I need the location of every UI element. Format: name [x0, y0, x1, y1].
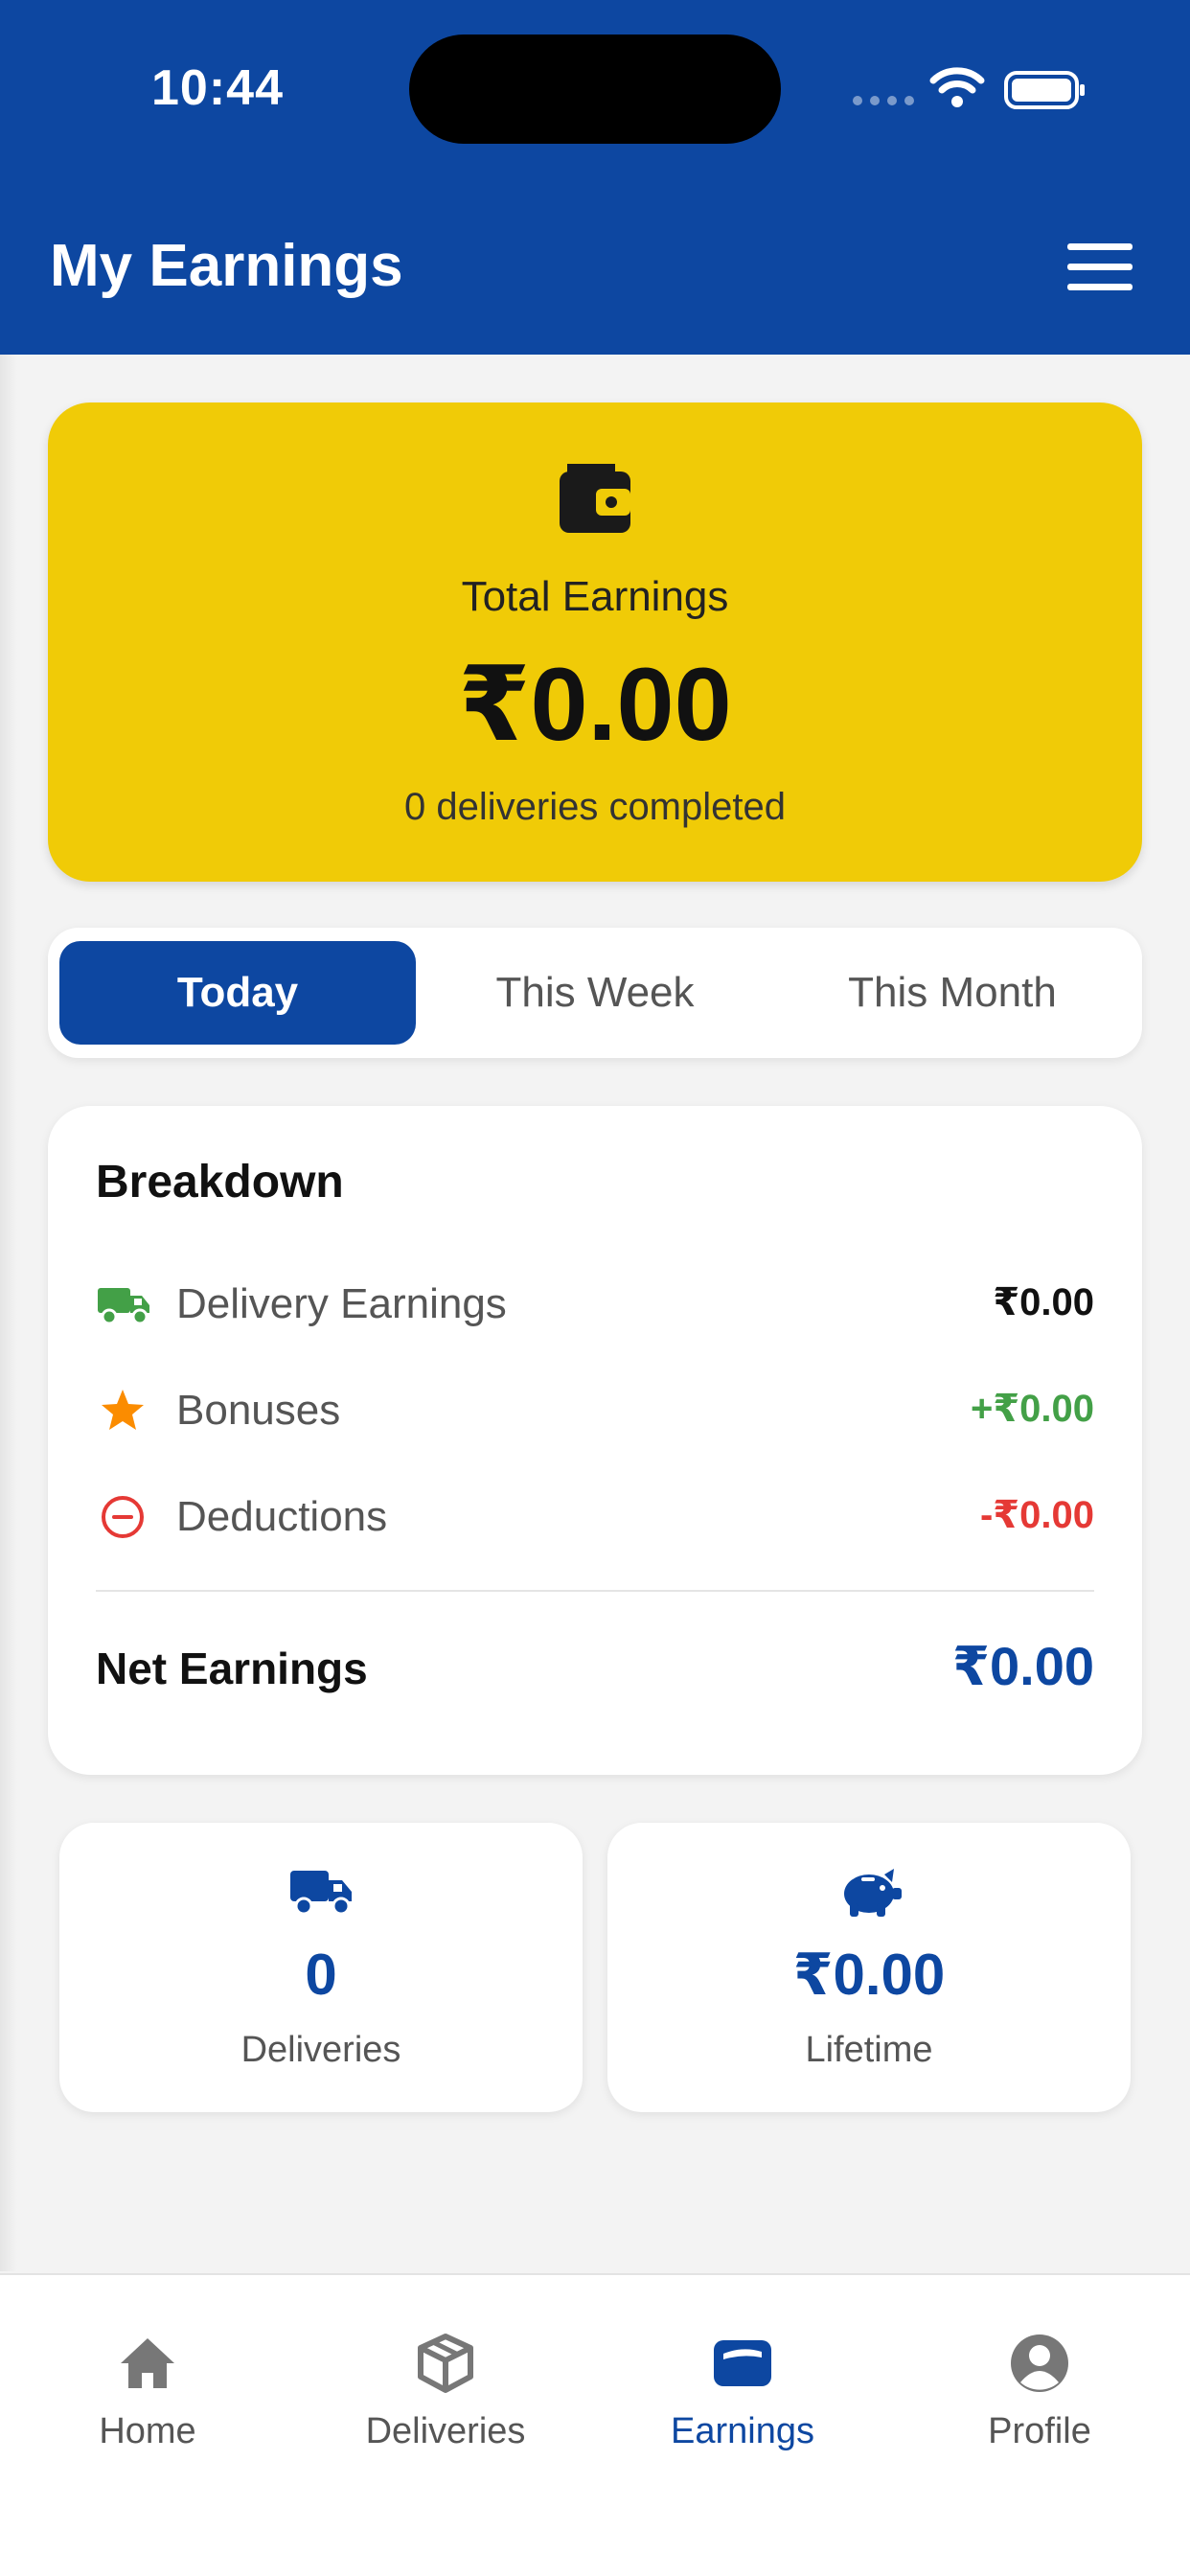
nav-earnings[interactable]: Earnings [599, 2331, 886, 2452]
bonuses-row: Bonuses +₹0.00 [96, 1377, 1094, 1444]
net-earnings-label: Net Earnings [96, 1644, 368, 1693]
nav-profile[interactable]: Profile [896, 2331, 1183, 2452]
lifetime-amount: ₹0.00 [792, 1943, 946, 2007]
status-bar-time: 10:44 [151, 60, 284, 116]
side-shadow [0, 355, 17, 2271]
nav-home-label: Home [99, 2411, 196, 2451]
star-icon [102, 1390, 144, 1430]
home-icon [121, 2338, 174, 2388]
nav-deliveries[interactable]: Deliveries [302, 2331, 589, 2452]
wallet-icon [714, 2340, 771, 2386]
bonuses-label: Bonuses [176, 1387, 341, 1434]
cellular-signal-icon [853, 96, 914, 105]
nav-home[interactable]: Home [4, 2331, 291, 2452]
total-earnings-label: Total Earnings [461, 573, 729, 620]
net-earnings-value: ₹0.00 [952, 1636, 1094, 1696]
divider [96, 1590, 1094, 1592]
breakdown-card: Breakdown Delivery Earnings ₹0.00 Bonuse… [48, 1106, 1142, 1775]
delivery-earnings-label: Delivery Earnings [176, 1280, 507, 1327]
total-earnings-card: Total Earnings ₹0.00 0 deliveries comple… [48, 402, 1142, 882]
box-icon [418, 2334, 473, 2393]
deliveries-stat-label: Deliveries [240, 2030, 401, 2070]
total-earnings-amount: ₹0.00 [458, 646, 732, 762]
bonuses-value: +₹0.00 [970, 1388, 1094, 1430]
piggy-bank-icon [844, 1869, 902, 1917]
wifi-icon [929, 67, 985, 107]
nav-profile-label: Profile [988, 2411, 1091, 2451]
delivery-earnings-value: ₹0.00 [993, 1281, 1094, 1323]
deductions-value: -₹0.00 [979, 1494, 1094, 1536]
user-icon [1011, 2334, 1068, 2392]
delivery-earnings-row: Delivery Earnings ₹0.00 [96, 1271, 1094, 1338]
tab-today[interactable]: Today [59, 941, 416, 1045]
breakdown-title: Breakdown [96, 1157, 344, 1208]
hamburger-menu-icon[interactable] [1067, 243, 1133, 291]
period-tabs: Today This Week This Month [48, 928, 1142, 1058]
minus-circle-icon [102, 1496, 144, 1538]
truck-icon [290, 1871, 352, 1916]
tab-this-week[interactable]: This Week [417, 941, 773, 1045]
deductions-label: Deductions [176, 1493, 388, 1540]
lifetime-stat-label: Lifetime [805, 2030, 933, 2070]
deliveries-completed-text: 0 deliveries completed [404, 786, 786, 828]
nav-deliveries-label: Deliveries [365, 2411, 526, 2451]
deliveries-count: 0 [305, 1943, 337, 2007]
truck-icon [98, 1288, 149, 1325]
deductions-row: Deductions -₹0.00 [96, 1484, 1094, 1551]
deliveries-stat-card: 0 Deliveries [59, 1823, 583, 2112]
app-header: 10:44 My Earnings [0, 0, 1190, 355]
lifetime-stat-card: ₹0.00 Lifetime [607, 1823, 1131, 2112]
dynamic-island [409, 34, 781, 144]
battery-icon [1004, 71, 1085, 109]
tab-this-month[interactable]: This Month [774, 941, 1131, 1045]
bottom-nav: Home Deliveries Earnings Profile [0, 2273, 1190, 2576]
page-title: My Earnings [50, 233, 403, 299]
nav-earnings-label: Earnings [671, 2411, 814, 2451]
wallet-icon [560, 464, 630, 533]
